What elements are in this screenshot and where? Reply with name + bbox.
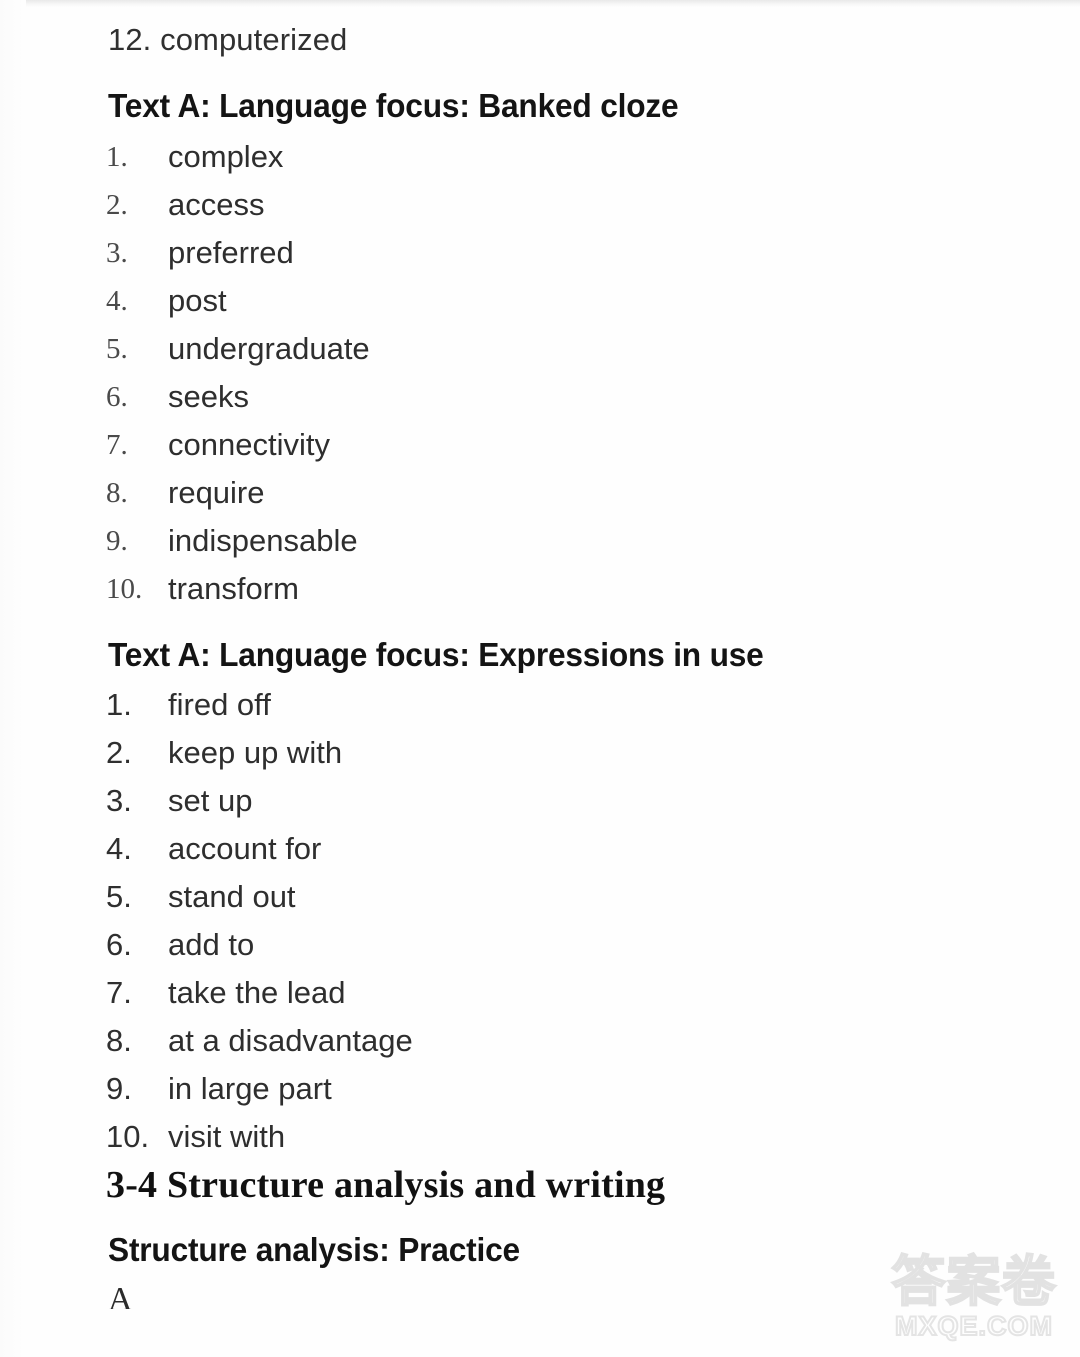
list-item-text: take the lead — [168, 975, 346, 1010]
list-item-number: 6. — [106, 381, 128, 413]
trailing-clipped-letter: A — [108, 1283, 133, 1309]
list-item-text: access — [168, 187, 265, 222]
list-item-number: 1. — [106, 141, 128, 173]
subsection-heading-structure-analysis-practice: Structure analysis: Practice — [108, 1231, 520, 1268]
carryover-answer-line: 12. computerized — [108, 22, 348, 57]
list-item-number: 9. — [106, 1071, 132, 1106]
scan-left-gutter — [0, 0, 26, 1357]
list-item-text: post — [168, 283, 227, 318]
list-item-number: 3. — [106, 237, 128, 269]
section-heading-banked-cloze: Text A: Language focus: Banked cloze — [108, 87, 679, 124]
list-item-number: 9. — [106, 525, 128, 557]
list-item-text: transform — [168, 571, 299, 606]
list-item-number: 8. — [106, 477, 128, 509]
list-item-number: 2. — [106, 189, 128, 221]
list-item-text: preferred — [168, 235, 294, 270]
list-item-text: fired off — [168, 687, 271, 722]
list-item-number: 10. — [106, 1119, 150, 1154]
list-item-text: in large part — [168, 1071, 332, 1106]
list-item-text: visit with — [168, 1119, 286, 1154]
list-item-text: require — [168, 475, 265, 510]
list-item-number: 4. — [106, 285, 128, 317]
list-item-text: at a disadvantage — [168, 1023, 413, 1058]
list-item-number: 10. — [106, 573, 143, 605]
list-item-text: complex — [168, 139, 284, 174]
watermark: 答案卷 MXQE.COM — [884, 1250, 1064, 1349]
scan-edge-band-top — [0, 0, 1080, 7]
list-item-text: add to — [168, 927, 255, 962]
list-item-number: 5. — [106, 333, 128, 365]
watermark-domain-text: MXQE.COM — [894, 1310, 1053, 1342]
list-item-number: 4. — [106, 831, 132, 866]
list-item-text: indispensable — [168, 523, 358, 558]
list-item-number: 7. — [106, 975, 132, 1010]
unit-heading-structure-analysis-and-writing: 3-4 Structure analysis and writing — [106, 1164, 666, 1206]
watermark-chinese-text: 答案卷 — [891, 1250, 1057, 1313]
list-item-number: 8. — [106, 1023, 132, 1058]
section-heading-expressions-in-use: Text A: Language focus: Expressions in u… — [108, 636, 764, 673]
list-item-text: keep up with — [168, 735, 343, 770]
list-item-number: 7. — [106, 429, 128, 461]
list-item-text: undergraduate — [168, 331, 370, 366]
list-item-text: seeks — [168, 379, 249, 414]
document-page: 12. computerized Text A: Language focus:… — [0, 0, 1080, 1357]
list-item-number: 5. — [106, 879, 132, 914]
list-item-number: 6. — [106, 927, 132, 962]
list-item-number: 3. — [106, 783, 132, 818]
list-item-number: 2. — [106, 735, 132, 770]
list-item-number: 1. — [106, 687, 132, 722]
list-item-text: stand out — [168, 879, 296, 914]
list-item-text: set up — [168, 783, 253, 818]
list-item-text: account for — [168, 831, 322, 866]
list-item-text: connectivity — [168, 427, 330, 462]
